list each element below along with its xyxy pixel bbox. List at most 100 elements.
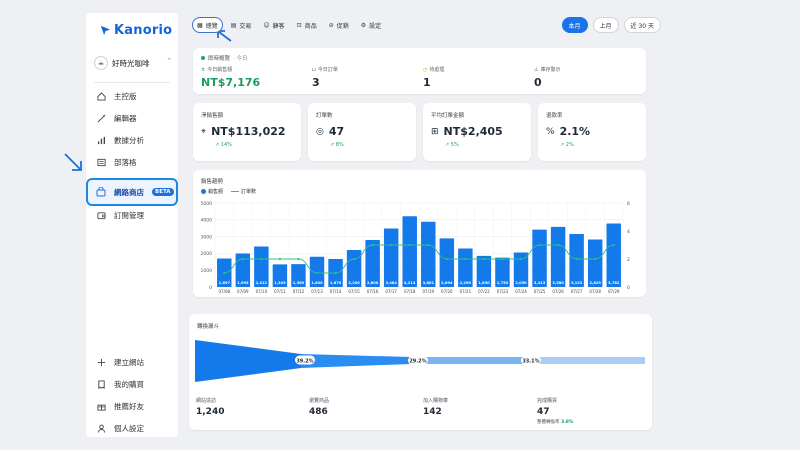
sidebar: Kanorio ☕ 好時光咖啡 ⌃ 主控版 編輯器 數據分析 部落格 網路商店 … <box>86 13 178 437</box>
tab-products[interactable]: ⊡ 商品 <box>293 17 321 33</box>
kpi-label: 平均訂單金額 <box>431 113 465 119</box>
sidebar-item-blog[interactable]: 部落格 <box>92 152 172 172</box>
bar-value-label: 2,290 <box>460 281 472 285</box>
sidebar-item-subscriptions[interactable]: 訂閱管理 <box>92 205 172 225</box>
bar <box>439 238 455 287</box>
live-label: 待處理 <box>429 67 445 73</box>
sidebar-item-label: 訂閱管理 <box>114 210 144 220</box>
tab-transactions[interactable]: ▤ 交易 <box>227 17 256 33</box>
sidebar-item-purchases[interactable]: 我的購買 <box>92 374 172 394</box>
x-tick-label: 07/25 <box>534 289 546 294</box>
x-tick-label: 07/20 <box>441 289 453 294</box>
tab-settings[interactable]: ⚙ 設定 <box>357 17 385 33</box>
period-this-month[interactable]: 本月 <box>561 17 588 33</box>
brand-logo[interactable]: Kanorio <box>100 23 172 38</box>
period-last-month[interactable]: 上月 <box>592 17 619 33</box>
orders-point <box>297 257 300 261</box>
tag-icon: ⌖ <box>201 126 207 137</box>
bar <box>532 229 547 287</box>
fstat-value: 47 <box>537 407 550 417</box>
sidebar-item-editor[interactable]: 編輯器 <box>92 108 172 128</box>
sidebar-item-create-site[interactable]: 建立網站 <box>92 352 172 372</box>
fstat-sub-value: 3.8% <box>560 420 574 425</box>
bar <box>402 216 417 287</box>
tab-label: 交易 <box>239 22 252 30</box>
x-tick-label: 07/19 <box>423 289 435 294</box>
orders-point <box>278 257 282 261</box>
live-title: 即時概覽 · 今日 <box>201 54 248 62</box>
tab-promotions[interactable]: ⊘ 促銷 <box>325 17 353 33</box>
sidebar-item-dashboard[interactable]: 主控版 <box>92 86 172 106</box>
live-stock-alert: ⚠ 庫存警示 0 <box>534 66 561 90</box>
home-icon <box>96 91 106 101</box>
gear-icon: ⚙ <box>360 21 367 29</box>
bar-value-label: 2,894 <box>441 281 453 285</box>
live-label: 今日銷售額 <box>207 67 233 73</box>
bar-value-label: 3,782 <box>608 281 620 285</box>
magic-wand-icon <box>96 113 106 123</box>
bar <box>587 239 603 287</box>
tab-label: 促銷 <box>336 22 349 30</box>
sidebar-item-online-store[interactable]: 網路商店 BETA <box>86 178 178 206</box>
x-tick-label: 07/12 <box>293 289 305 294</box>
orders-point <box>427 243 430 247</box>
fstat-label: 瀏覽商品 <box>309 398 330 404</box>
bar-value-label: 3,413 <box>534 281 546 285</box>
clock-icon: ◷ <box>423 66 428 73</box>
kpi-net-sales: 淨銷售額 ⌖ NT$113,022 ↗ 14% <box>193 103 301 161</box>
kpi-delta: ↗ 14% <box>215 142 232 148</box>
sidebar-item-referral[interactable]: 推薦好友 <box>92 396 172 416</box>
funnel-stat-visits: 網站造訪 1,240 <box>196 397 224 417</box>
orders-point <box>334 271 337 275</box>
sidebar-item-analytics[interactable]: 數據分析 <box>92 130 172 150</box>
sidebar-item-label: 主控版 <box>114 91 137 101</box>
coffee-icon: ☕ <box>94 56 108 70</box>
funnel-rate-2: 29.2% <box>409 359 426 365</box>
y-tick-label: 0 <box>209 285 212 291</box>
period-last-30-days[interactable]: 近 30 天 <box>623 17 661 33</box>
x-tick-label: 07/14 <box>330 289 342 294</box>
sidebar-item-label: 部落格 <box>114 157 137 167</box>
kpi-value: NT$113,022 <box>211 125 286 138</box>
y-tick-label: 2000 <box>201 251 213 257</box>
x-tick-label: 07/18 <box>404 289 416 294</box>
funnel-title: 轉換漏斗 <box>197 324 220 330</box>
conversion-funnel-card: 轉換漏斗 39.2% 29.2% 33.1% 網站造訪 1,240 瀏覽商品 4… <box>189 314 652 430</box>
sidebar-item-label: 建立網站 <box>114 357 144 367</box>
bar-chart-icon <box>96 135 106 145</box>
store-icon <box>96 187 106 197</box>
funnel-stage-2 <box>301 354 411 368</box>
y-tick-label: 5000 <box>201 201 213 207</box>
tab-customers[interactable]: ☺ 顧客 <box>259 17 288 33</box>
wallet-icon <box>96 210 106 220</box>
tab-overview[interactable]: ▦ 總覽 <box>192 17 223 33</box>
chevron-updown-icon: ⌃ <box>166 57 172 65</box>
bar <box>421 221 436 287</box>
store-switcher[interactable]: ☕ 好時光咖啡 ⌃ <box>94 51 174 75</box>
bar-value-label: 3,580 <box>552 281 564 285</box>
users-icon: ☺ <box>263 21 270 29</box>
user-icon <box>96 423 106 433</box>
fstat-value: 142 <box>423 407 442 417</box>
live-label: 今日訂單 <box>317 67 338 73</box>
bar-value-label: 2,829 <box>589 281 601 285</box>
bar-value-label: 2,050 <box>515 281 527 285</box>
percent-icon: % <box>546 126 555 137</box>
orders-point <box>501 257 504 261</box>
funnel-rate-3: 33.1% <box>522 359 539 365</box>
kpi-label: 退款率 <box>546 113 563 119</box>
bar-value-label: 1,670 <box>330 281 342 285</box>
bar <box>383 228 399 287</box>
orders-point <box>556 243 560 247</box>
kpi-value: 47 <box>328 125 345 138</box>
beta-badge: BETA <box>152 188 174 196</box>
live-title-suffix: · 今日 <box>233 56 248 62</box>
live-overview-card: 即時概覽 · 今日 ↯ 今日銷售額 NT$7,176 ⊔ 今日訂單 3 ◷ 待處理 1… <box>193 48 646 94</box>
kpi-label: 訂單數 <box>316 113 333 119</box>
sidebar-item-profile[interactable]: 個人設定 <box>92 418 172 438</box>
kpi-refund-rate: 退款率 % 2.1% ↗ 2% <box>538 103 646 161</box>
y-tick-label: 4000 <box>201 218 213 224</box>
orders-point <box>594 257 597 261</box>
y2-tick-label: 6 <box>627 201 630 207</box>
live-sales: ↯ 今日銷售額 NT$7,176 <box>201 66 260 90</box>
